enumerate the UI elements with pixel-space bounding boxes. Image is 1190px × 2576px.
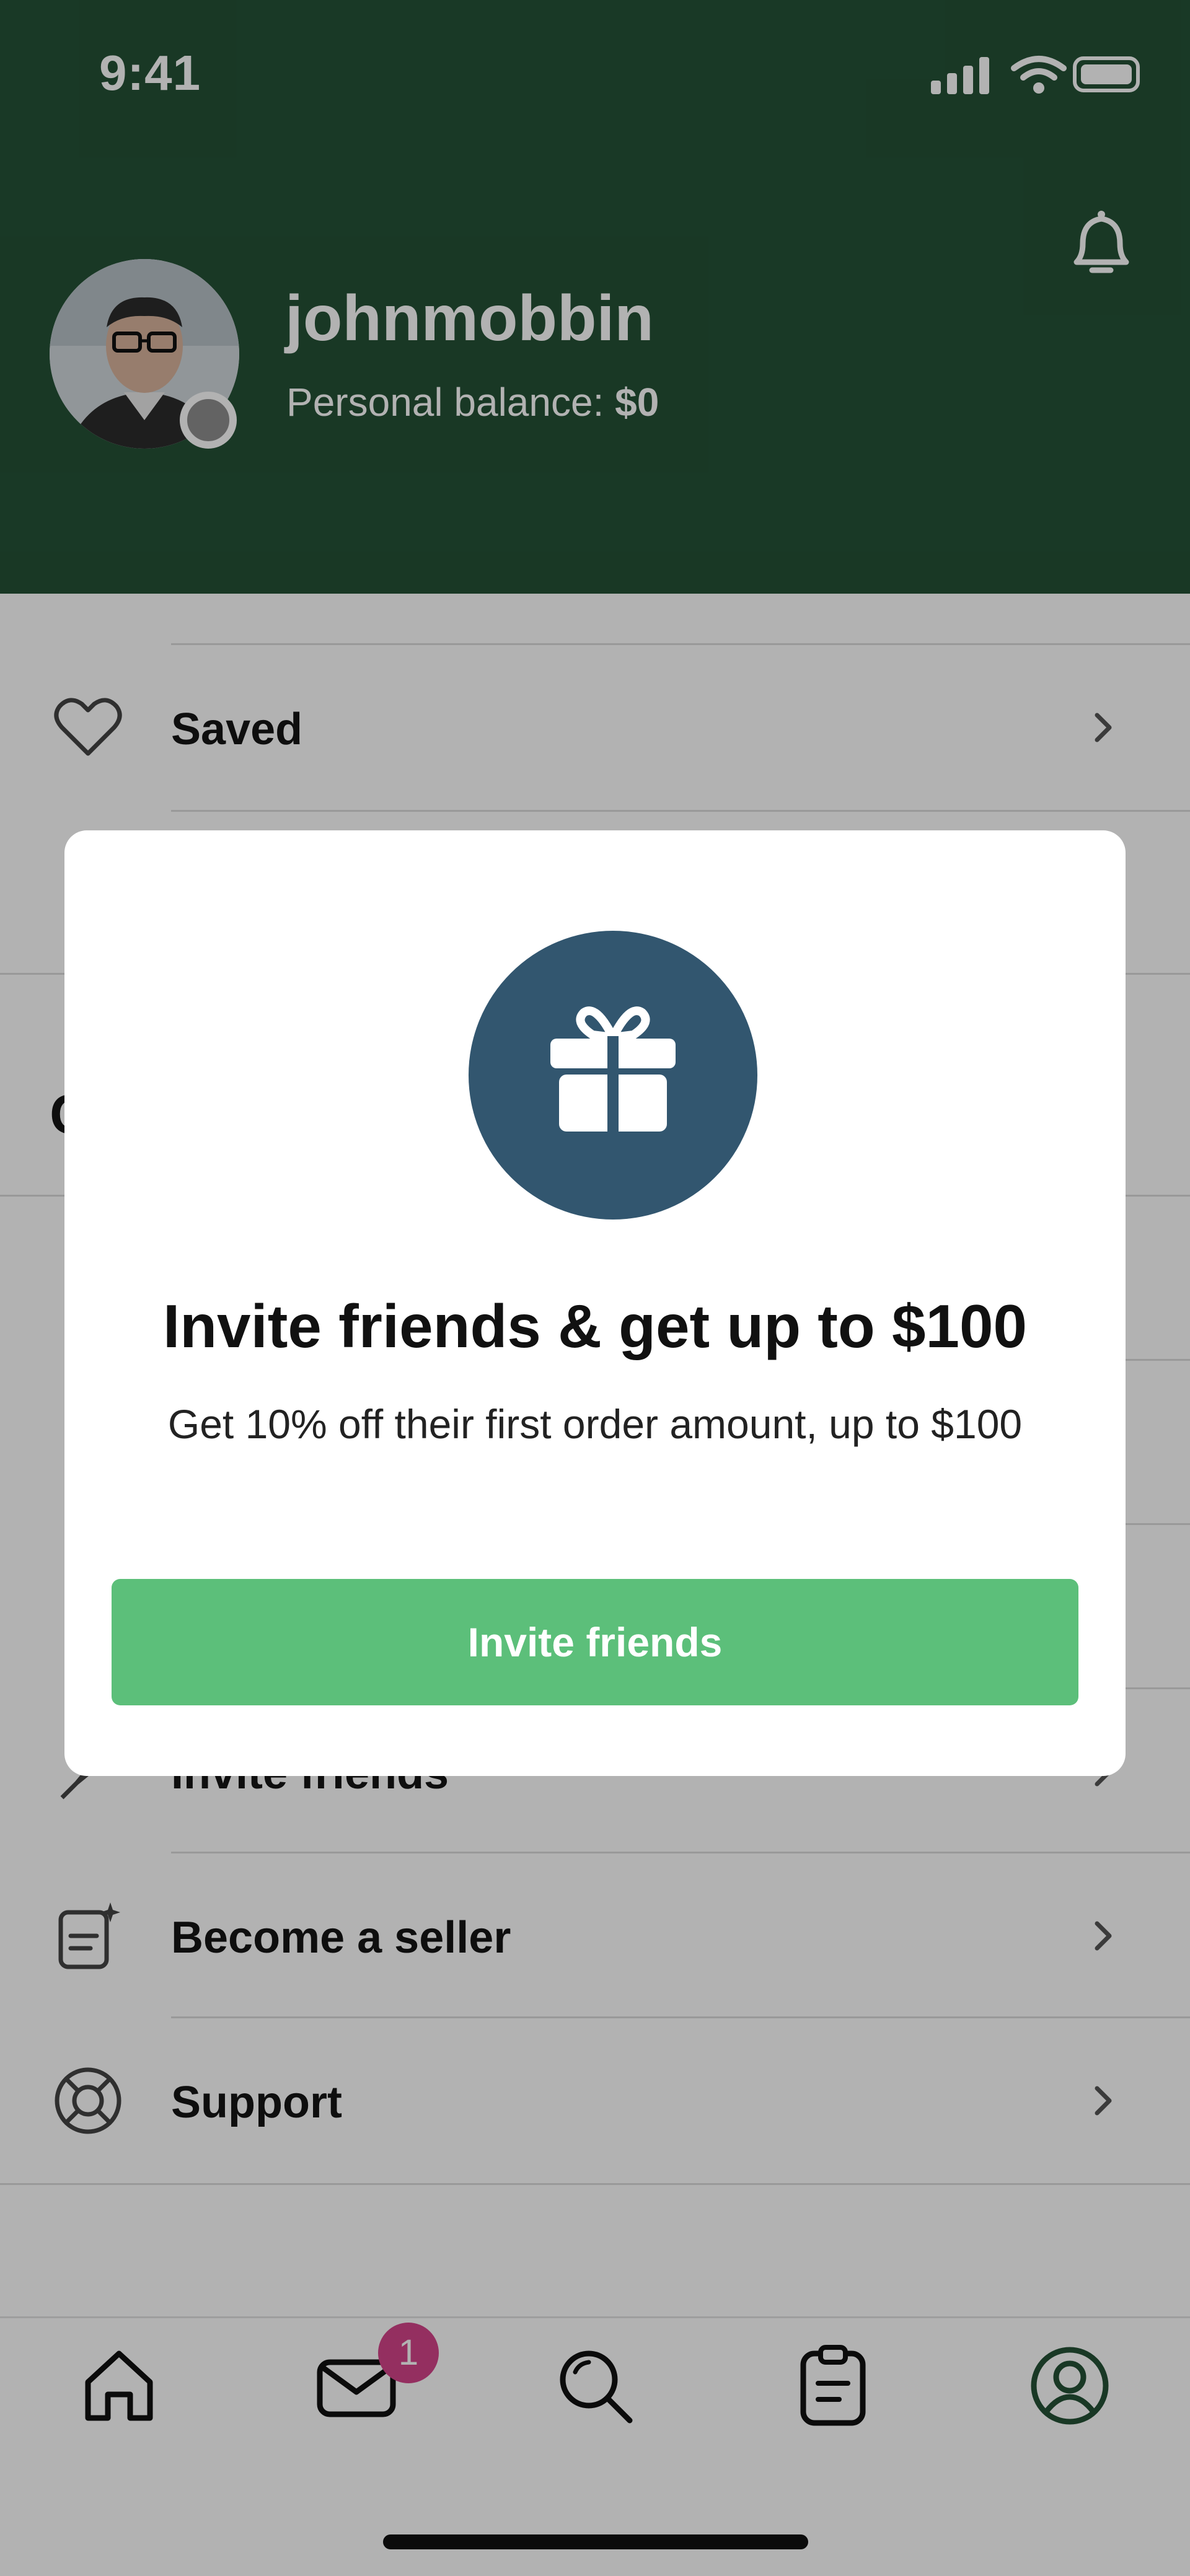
modal-subtitle: Get 10% off their first order amount, up… <box>167 1401 1023 1447</box>
modal-title: Invite friends & get up to $100 <box>162 1292 1028 1360</box>
invite-friends-button[interactable]: Invite friends <box>112 1579 1078 1705</box>
gift-icon <box>550 1006 676 1133</box>
